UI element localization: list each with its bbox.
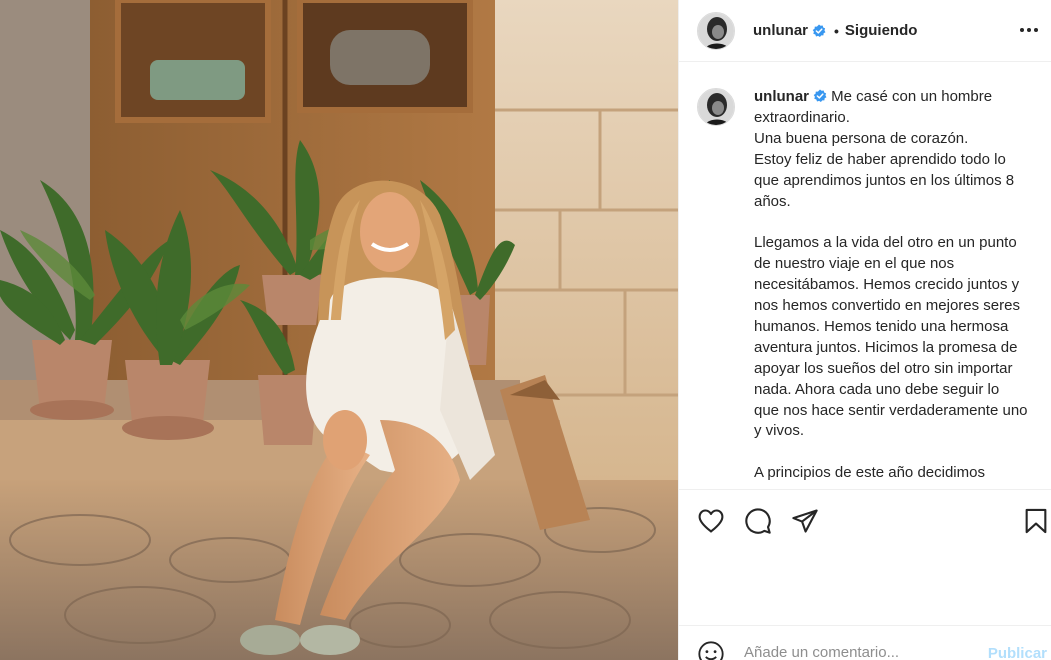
emoji-icon[interactable] bbox=[697, 640, 725, 660]
post-header: unlunar • Siguiendo bbox=[679, 0, 1051, 62]
comment-icon[interactable] bbox=[744, 507, 772, 535]
publish-button[interactable]: Publicar bbox=[988, 645, 1047, 660]
more-options-icon[interactable] bbox=[1017, 20, 1041, 40]
comment-input[interactable] bbox=[744, 644, 964, 660]
caption-line: apoyar los sueños del otro sin importar bbox=[754, 359, 1013, 377]
caption-line: Me casé con un hombre bbox=[831, 88, 993, 105]
verified-badge-icon bbox=[813, 89, 827, 103]
caption-line: Estoy feliz de haber aprendido todo lo bbox=[754, 150, 1006, 168]
caption-line: A principios de este año decidimos bbox=[754, 464, 985, 482]
avatar[interactable] bbox=[697, 11, 735, 50]
caption-scroll-area[interactable]: unlunar Me casé con un hombre extraordin… bbox=[679, 63, 1051, 489]
username-link[interactable]: unlunar bbox=[753, 22, 808, 39]
separator-dot: • bbox=[834, 22, 839, 39]
caption-avatar[interactable] bbox=[697, 88, 735, 126]
caption-line: que aprendimos juntos en los últimos 8 bbox=[754, 171, 1015, 189]
caption-line: humanos. Hemos tenido una hermosa bbox=[754, 317, 1009, 335]
caption-line: Llegamos a la vida del otro en un punto bbox=[754, 234, 1017, 252]
caption-text: unlunar Me casé con un hombre extraordin… bbox=[754, 87, 1051, 484]
follow-status-button[interactable]: Siguiendo bbox=[845, 22, 918, 39]
heart-icon[interactable] bbox=[697, 507, 725, 535]
caption-line: aventura juntos. Hicimos la promesa de bbox=[754, 338, 1018, 356]
caption-line: nos hemos convertido en mejores seres bbox=[754, 297, 1020, 315]
post-photo[interactable] bbox=[0, 0, 678, 660]
caption-line: que nos hace sentir verdaderamente uno bbox=[754, 401, 1028, 419]
comment-bar: Publicar bbox=[679, 625, 1051, 660]
verified-badge-icon bbox=[812, 23, 826, 37]
caption-line: de nuestro viaje en el que nos bbox=[754, 255, 955, 273]
avatar-image bbox=[698, 12, 734, 49]
caption-username[interactable]: unlunar bbox=[754, 88, 809, 105]
caption-line: años. bbox=[754, 192, 791, 210]
post-detail-panel: unlunar • Siguiendo unlunar Me casé con … bbox=[678, 0, 1051, 660]
caption-line: y vivos. bbox=[754, 422, 805, 440]
caption-line: nada. Ahora cada uno debe seguir lo bbox=[754, 380, 1000, 398]
caption-line: extraordinario. bbox=[754, 108, 850, 126]
caption-row: unlunar Me casé con un hombre extraordin… bbox=[697, 87, 1051, 484]
avatar-image bbox=[698, 89, 734, 125]
caption-line: necesitábamos. Hemos crecido juntos y bbox=[754, 276, 1020, 294]
action-bar bbox=[679, 489, 1051, 549]
caption-line: Una buena persona de corazón. bbox=[754, 129, 969, 147]
bookmark-icon[interactable] bbox=[1022, 507, 1050, 535]
photo-illustration bbox=[0, 0, 678, 660]
send-icon[interactable] bbox=[791, 507, 819, 535]
